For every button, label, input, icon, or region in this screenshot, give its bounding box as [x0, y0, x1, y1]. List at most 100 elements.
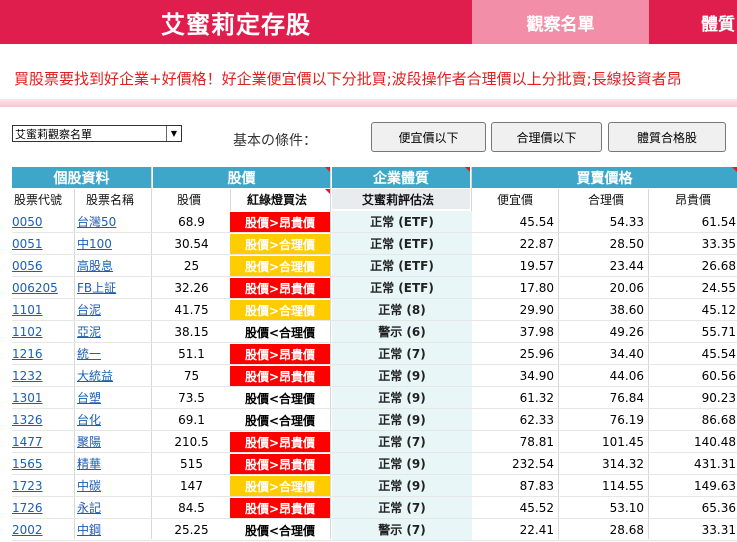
stock-code-link[interactable]: 1102 [12, 321, 72, 343]
stock-name-link[interactable]: 中碳 [77, 475, 152, 497]
stock-price: 25 [183, 259, 200, 273]
cheap-price: 17.80 [519, 281, 554, 295]
expensive-price: 431.31 [694, 457, 736, 471]
stock-name-link[interactable]: 聚陽 [77, 431, 152, 453]
signal-badge: 股價>昂貴價 [230, 343, 330, 365]
stock-code-link[interactable]: 1326 [12, 409, 72, 431]
col-header-name: 股票名稱 [86, 192, 135, 207]
stock-price: 69.1 [178, 413, 205, 427]
table-row: 0050 台灣50 68.9 股價>昂貴價 正常 (ETF) 45.54 54.33 61.5… [0, 211, 737, 233]
dropdown-arrow-icon[interactable]: ▼ [166, 126, 181, 141]
fair-price: 44.06 [609, 369, 644, 383]
watchlist-select-value: 艾蜜莉觀察名單 [15, 128, 92, 141]
stock-name-link[interactable]: 中鋼 [77, 519, 152, 541]
stock-code-link[interactable]: 1723 [12, 475, 72, 497]
table-row: 1232 大統益 75 股價>昂貴價 正常 (9) 34.90 44.06 60.56 [0, 365, 737, 387]
stock-code-link[interactable]: 1216 [12, 343, 72, 365]
cheap-price: 45.54 [519, 215, 554, 229]
stock-name-link[interactable]: 台泥 [77, 299, 152, 321]
scrolling-notice: 買股票要找到好企業+好價格！好企業便宜價以下分批買;波段操作者合理價以上分批賣;… [14, 70, 682, 88]
table-row: 0051 中100 30.54 股價>合理價 正常 (ETF) 22.87 28.50 33.… [0, 233, 737, 255]
stock-code-link[interactable]: 1726 [12, 497, 72, 519]
stock-name-link[interactable]: 中100 [77, 233, 152, 255]
row-divider [12, 540, 737, 541]
fair-price: 76.19 [609, 413, 644, 427]
stock-code-link[interactable]: 006205 [12, 277, 72, 299]
signal-badge: 股價>合理價 [230, 233, 330, 255]
expensive-price: 55.71 [701, 325, 736, 339]
brand-title[interactable]: 艾蜜莉定存股 [0, 0, 472, 44]
health-eval: 正常 (7) [332, 497, 472, 519]
signal-badge: 股價>合理價 [230, 475, 330, 497]
stock-name-link[interactable]: 高股息 [77, 255, 152, 277]
stock-price: 75 [183, 369, 200, 383]
cheap-price: 29.90 [519, 303, 554, 317]
health-eval: 正常 (9) [332, 475, 472, 497]
table-row: 1216 統一 51.1 股價>昂貴價 正常 (7) 25.96 34.40 45.54 [0, 343, 737, 365]
filter-health-button[interactable]: 體質合格股 [608, 122, 726, 152]
stock-code-link[interactable]: 0050 [12, 211, 72, 233]
col-header-eval: 艾蜜莉評估法 [362, 192, 435, 207]
cheap-price: 22.41 [519, 523, 554, 537]
col-header-fair: 合理價 [588, 192, 625, 207]
stock-price: 25.25 [174, 523, 209, 537]
stock-name-link[interactable]: 台化 [77, 409, 152, 431]
signal-badge: 股價>昂貴價 [230, 277, 330, 299]
expensive-price: 24.55 [701, 281, 736, 295]
stock-name-link[interactable]: 台灣50 [77, 211, 152, 233]
fair-price: 49.26 [609, 325, 644, 339]
stock-code-link[interactable]: 1301 [12, 387, 72, 409]
expensive-price: 26.68 [701, 259, 736, 273]
stock-code-link[interactable]: 1565 [12, 453, 72, 475]
stock-name-link[interactable]: 精華 [77, 453, 152, 475]
fair-price: 114.55 [602, 479, 644, 493]
stock-name-link[interactable]: FB上証 [77, 277, 152, 299]
filter-fair-button[interactable]: 合理價以下 [491, 122, 602, 152]
filter-cheap-button[interactable]: 便宜價以下 [371, 122, 486, 152]
fair-price: 28.68 [609, 523, 644, 537]
expensive-price: 140.48 [694, 435, 736, 449]
health-eval: 正常 (7) [332, 431, 472, 453]
table-row: 1102 亞泥 38.15 股價<合理價 警示 (6) 37.98 49.26 55.71 [0, 321, 737, 343]
stock-code-link[interactable]: 1101 [12, 299, 72, 321]
cheap-price: 34.90 [519, 369, 554, 383]
stock-code-link[interactable]: 2002 [12, 519, 72, 541]
table-row: 1565 精華 515 股價>昂貴價 正常 (9) 232.54 314.32 431.31 [0, 453, 737, 475]
stock-name-link[interactable]: 亞泥 [77, 321, 152, 343]
cheap-price: 87.83 [519, 479, 554, 493]
health-eval: 警示 (6) [332, 321, 472, 343]
health-eval: 正常 (8) [332, 299, 472, 321]
fair-price: 54.33 [609, 215, 644, 229]
watchlist-select[interactable]: 艾蜜莉觀察名單 ▼ [12, 125, 182, 142]
table-row: 1477 聚陽 210.5 股價>昂貴價 正常 (7) 78.81 101.45 140.48 [0, 431, 737, 453]
fair-price: 38.60 [609, 303, 644, 317]
tab-watchlist[interactable]: 觀察名單 [472, 0, 649, 44]
fair-price: 34.40 [609, 347, 644, 361]
stock-name-link[interactable]: 大統益 [77, 365, 152, 387]
fair-price: 53.10 [609, 501, 644, 515]
health-eval: 正常 (ETF) [332, 211, 472, 233]
stock-name-link[interactable]: 台塑 [77, 387, 152, 409]
table-row: 2002 中鋼 25.25 股價<合理價 警示 (7) 22.41 28.68 33.31 [0, 519, 737, 541]
group-header-health: 企業體質 [332, 167, 470, 188]
signal-badge: 股價>昂貴價 [230, 497, 330, 519]
cheap-price: 22.87 [519, 237, 554, 251]
fair-price: 20.06 [609, 281, 644, 295]
stock-code-link[interactable]: 1232 [12, 365, 72, 387]
stock-code-link[interactable]: 1477 [12, 431, 72, 453]
stock-price: 210.5 [174, 435, 209, 449]
signal-badge: 股價>昂貴價 [230, 453, 330, 475]
comment-marker-icon [465, 167, 470, 172]
table-row: 0056 高股息 25 股價>合理價 正常 (ETF) 19.57 23.44 26.68 [0, 255, 737, 277]
expensive-price: 61.54 [701, 215, 736, 229]
stock-code-link[interactable]: 0051 [12, 233, 72, 255]
col-header-cheap: 便宜價 [497, 192, 534, 207]
stock-name-link[interactable]: 統一 [77, 343, 152, 365]
cheap-price: 19.57 [519, 259, 554, 273]
stock-code-link[interactable]: 0056 [12, 255, 72, 277]
tab-health[interactable]: 體質 [649, 0, 737, 44]
col-header-expensive: 昂貴價 [675, 192, 712, 207]
fair-price: 28.50 [609, 237, 644, 251]
expensive-price: 45.12 [701, 303, 736, 317]
stock-name-link[interactable]: 永記 [77, 497, 152, 519]
